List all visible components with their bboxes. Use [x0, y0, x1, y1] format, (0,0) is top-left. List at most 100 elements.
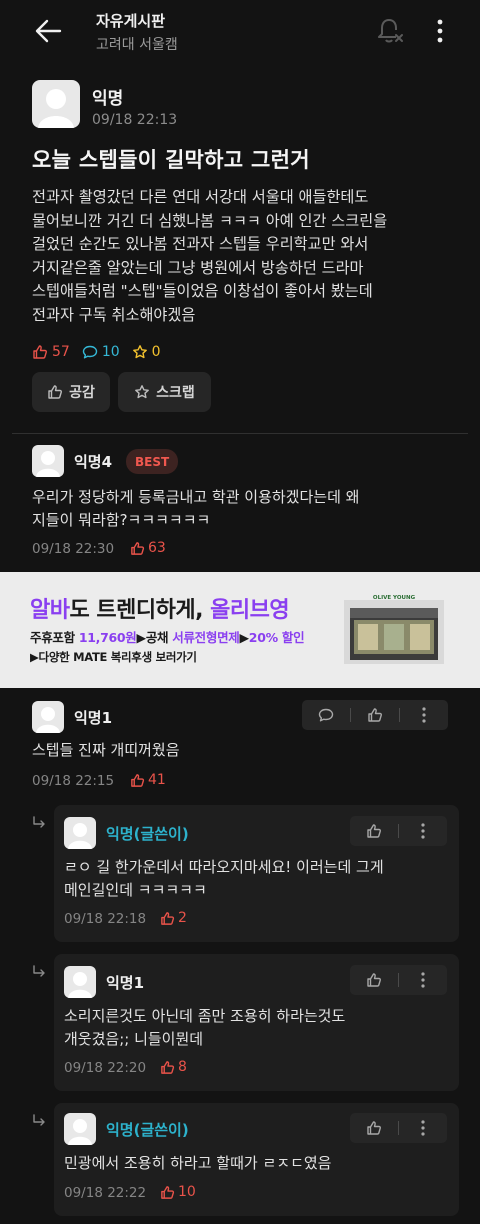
comment-icon	[82, 345, 98, 359]
ad-headline-part: 도 트렌디하게,	[69, 598, 211, 623]
comment-text: 우리가 정당하게 등록금내고 학관 이용하겠다는데 왜 지들이 뭐라함?ㅋㅋㅋㅋ…	[32, 488, 360, 529]
reply-arrow-icon	[33, 965, 45, 977]
like-button-label: 공감	[69, 385, 95, 401]
reply-like-button[interactable]	[350, 965, 398, 995]
notification-off-icon[interactable]	[375, 16, 405, 46]
thumbs-up-icon	[131, 773, 145, 787]
like-count-value: 57	[52, 344, 70, 360]
ad-headline-part: 알바	[30, 598, 70, 623]
ad-offer-part: ▶	[239, 630, 249, 645]
reply-like-button[interactable]	[350, 1113, 398, 1143]
reply-author: 익명1	[106, 974, 145, 992]
reply-item: 익명(글쓴이) 민광에서 조용히 하라고 할때가 ㄹㅈㄷ였음 09/18 22:…	[54, 1103, 459, 1216]
reply-avatar	[64, 966, 96, 998]
reply-more-button[interactable]	[399, 816, 447, 846]
reply-button[interactable]	[302, 700, 350, 730]
thumbs-up-icon	[368, 708, 382, 722]
post-author: 익명	[92, 89, 124, 109]
reply-like-count: 8	[160, 1059, 187, 1075]
post-comment-count: 10	[82, 344, 120, 360]
thumbs-up-icon	[367, 973, 381, 987]
comment-more-button[interactable]	[400, 700, 448, 730]
ad-banner[interactable]: 알바도 트렌디하게, 올리브영 주휴포함 11,760원▶공채 서류전형면제▶2…	[0, 572, 480, 688]
top-bar: 자유게시판 고려대 서울캠	[0, 0, 480, 66]
comment-icon	[318, 708, 334, 722]
reply-time: 09/18 22:22	[64, 1185, 147, 1201]
reply-avatar	[64, 1113, 96, 1145]
board-school: 고려대 서울캠	[96, 37, 178, 53]
post-stats: 57 10 0	[32, 341, 173, 363]
comment-like-value: 41	[148, 772, 166, 788]
more-options-icon[interactable]	[432, 18, 448, 44]
back-arrow-icon[interactable]	[34, 18, 62, 44]
ad-offer-part: 서류전형면제	[172, 630, 240, 645]
post-like-count: 57	[32, 344, 70, 360]
reply-more-button[interactable]	[399, 1113, 447, 1143]
reply-time: 09/18 22:18	[64, 911, 147, 927]
ad-benefit-link: ▶다양한 MATE 복리후생 보러가기	[30, 650, 197, 664]
more-options-icon	[422, 707, 426, 723]
reply-arrow-icon	[33, 1114, 45, 1126]
best-badge: BEST	[126, 449, 179, 474]
ad-headline-part: 올리브영	[210, 598, 290, 623]
reply-text: 민광에서 조용히 하라고 할때가 ㄹㅈㄷ였음	[64, 1154, 332, 1172]
post-author-avatar	[32, 80, 80, 128]
star-icon	[135, 385, 150, 399]
comment-like-button[interactable]	[351, 700, 399, 730]
reply-like-value: 2	[178, 910, 187, 926]
comment-actions	[302, 700, 448, 730]
reply-actions	[350, 965, 447, 995]
star-icon	[132, 345, 147, 359]
scrap-count-value: 0	[151, 344, 161, 360]
like-button[interactable]: 공감	[32, 372, 110, 412]
reply-author: 익명(글쓴이)	[106, 825, 189, 843]
store-sign-text: OLIVE YOUNG	[373, 595, 416, 601]
comment-text: 스텝들 진짜 개띠꺼웠음	[32, 741, 180, 759]
thumbs-up-icon	[367, 1121, 381, 1135]
comment-author: 익명1	[74, 709, 113, 727]
avatar-placeholder-icon	[36, 451, 60, 477]
thumbs-up-icon	[161, 1060, 175, 1074]
ad-offer-part: ▶공채	[136, 630, 173, 645]
reply-actions	[350, 816, 447, 846]
thumbs-up-icon	[48, 385, 63, 399]
reply-time: 09/18 22:20	[64, 1060, 147, 1076]
ad-offer-part: 11,760원	[78, 630, 137, 645]
avatar-placeholder-icon	[68, 972, 92, 998]
more-options-icon	[421, 972, 425, 988]
comment-time: 09/18 22:15	[32, 773, 115, 789]
reply-like-value: 10	[178, 1184, 196, 1200]
reply-item: 익명(글쓴이) ㄹㅇ 길 한가운데서 따라오지마세요! 이러는데 그게 메인길인…	[54, 805, 459, 942]
reply-item: 익명1 소리지른것도 아닌데 좀만 조용히 하라는것도 개웃겼음;; 니들이뭔데…	[54, 954, 459, 1091]
comment-avatar	[32, 701, 64, 733]
reply-like-count: 10	[160, 1184, 196, 1200]
reply-like-value: 8	[178, 1059, 187, 1075]
reply-arrow-icon	[33, 816, 45, 828]
reply-avatar	[64, 817, 96, 849]
comment-avatar	[32, 445, 64, 477]
post-body: 전과자 촬영갔던 다른 연대 서강대 서울대 애들한테도 물어보니깐 거긴 더 …	[32, 188, 388, 324]
post-divider	[12, 433, 468, 434]
post-time: 09/18 22:13	[92, 112, 178, 128]
post-title: 오늘 스텝들이 길막하고 그런거	[32, 148, 310, 172]
comment-like-count: 41	[130, 772, 166, 788]
thumbs-up-icon	[161, 911, 175, 925]
reply-like-count: 2	[160, 910, 187, 926]
thumbs-up-icon	[367, 824, 381, 838]
store-front-image: OLIVE YOUNG	[344, 595, 444, 664]
reply-text: ㄹㅇ 길 한가운데서 따라오지마세요! 이러는데 그게 메인길인데 ㅋㅋㅋㅋㅋ	[64, 858, 384, 899]
scrap-button[interactable]: 스크랩	[118, 372, 211, 412]
reply-author: 익명(글쓴이)	[106, 1121, 189, 1139]
avatar-placeholder-icon	[68, 823, 92, 849]
ad-offer-line: 주휴포함 11,760원▶공채 서류전형면제▶20% 할인	[30, 627, 305, 646]
reply-more-button[interactable]	[399, 965, 447, 995]
thumbs-up-icon	[161, 1185, 175, 1199]
scrap-button-label: 스크랩	[156, 385, 195, 401]
thumbs-up-icon	[131, 541, 145, 555]
avatar-placeholder-icon	[68, 1119, 92, 1145]
comment-count-value: 10	[101, 344, 120, 360]
ad-offer-part: 주휴포함	[30, 630, 79, 645]
reply-text: 소리지른것도 아닌데 좀만 조용히 하라는것도 개웃겼음;; 니들이뭔데	[64, 1007, 346, 1048]
comment-time: 09/18 22:30	[32, 541, 115, 557]
reply-like-button[interactable]	[350, 816, 398, 846]
